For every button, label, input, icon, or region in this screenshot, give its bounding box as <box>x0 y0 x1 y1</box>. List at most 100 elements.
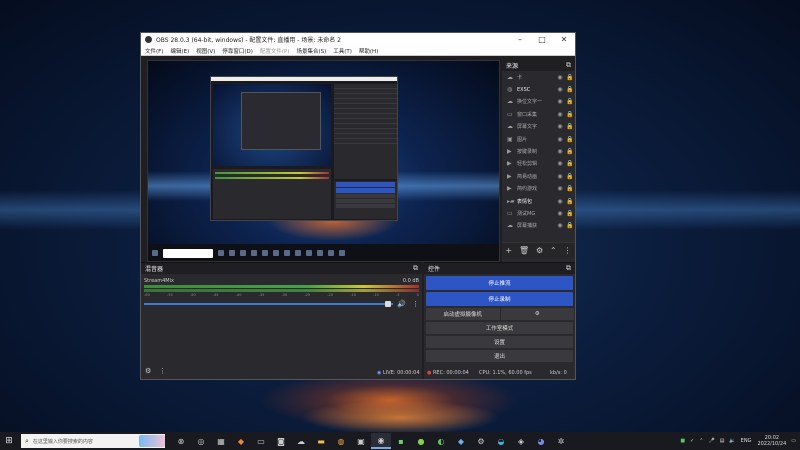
app-icon-gear[interactable]: ✲ <box>551 433 571 449</box>
menu-help[interactable]: 帮助(H) <box>359 47 378 55</box>
remove-source-icon[interactable]: 🗑 <box>519 246 529 255</box>
menu-tools[interactable]: 工具(T) <box>333 47 352 55</box>
lock-icon[interactable]: 🔒 <box>566 160 573 167</box>
lock-icon[interactable]: 🔒 <box>566 222 573 229</box>
source-item[interactable]: ▶ 按键录制 ◉ 🔒 <box>502 145 575 157</box>
more-icon[interactable]: ⋮ <box>564 246 572 255</box>
source-item[interactable]: ◍ EXSC ◉ 🔒 <box>502 83 575 95</box>
visibility-eye-icon[interactable]: ◉ <box>557 123 563 130</box>
edge-icon[interactable]: ◒ <box>491 433 511 449</box>
chrome-icon[interactable]: ◍ <box>331 433 351 449</box>
lock-icon[interactable]: 🔒 <box>566 136 573 143</box>
source-item[interactable]: ☁ 屏幕文字 ◉ 🔒 <box>502 121 575 133</box>
network-icon[interactable]: ▤ <box>720 438 725 444</box>
visibility-eye-icon[interactable]: ◉ <box>557 210 563 217</box>
minimize-button[interactable]: – <box>509 35 531 44</box>
start-virtual-cam-button[interactable]: 启动虚拟摄像机 <box>426 308 500 320</box>
language-indicator[interactable]: ENG <box>741 438 752 444</box>
discord-icon[interactable]: ◕ <box>531 433 551 449</box>
app-icon-orange[interactable]: ◆ <box>231 433 251 449</box>
app-icon-teal[interactable]: ◈ <box>511 433 531 449</box>
lock-icon[interactable]: 🔒 <box>566 198 573 205</box>
mixer-menu-icon[interactable]: ⋮ <box>159 367 166 375</box>
menu-docks[interactable]: 停靠窗口(D) <box>222 47 253 55</box>
undock-icon[interactable]: ⧉ <box>413 264 418 273</box>
tray-chevron-up-icon[interactable]: ⌃ <box>699 438 703 444</box>
chat-icon[interactable]: ▪ <box>391 433 411 449</box>
menu-view[interactable]: 视图(V) <box>196 47 215 55</box>
settings-button[interactable]: 设置 <box>426 336 573 348</box>
exit-button[interactable]: 退出 <box>426 350 573 362</box>
source-item[interactable]: ▸▰ 表情包 ◉ 🔒 <box>502 195 575 207</box>
volume-slider[interactable] <box>144 301 394 307</box>
taskbar-search[interactable]: ⌕ 在这里输入你要搜索的内容 <box>21 434 165 448</box>
lock-icon[interactable]: 🔒 <box>566 185 573 192</box>
undock-icon[interactable]: ⧉ <box>566 61 571 70</box>
green-app-icon[interactable]: ● <box>411 433 431 449</box>
visibility-eye-icon[interactable]: ◉ <box>557 160 563 167</box>
visibility-eye-icon[interactable]: ◉ <box>557 98 563 105</box>
visibility-eye-icon[interactable]: ◉ <box>557 148 563 155</box>
menu-scene-collection[interactable]: 场景集合(S) <box>296 47 326 55</box>
track-menu-icon[interactable]: ⋮ <box>412 300 419 308</box>
source-item[interactable]: ▶ 轻松剪辑 ◉ 🔒 <box>502 158 575 170</box>
obs-taskbar-icon[interactable]: ◉ <box>371 433 391 449</box>
visibility-eye-icon[interactable]: ◉ <box>557 74 563 81</box>
menu-file[interactable]: 文件(F) <box>145 47 163 55</box>
lock-icon[interactable]: 🔒 <box>566 86 573 93</box>
source-item[interactable]: ▣ 图片 ◉ 🔒 <box>502 133 575 145</box>
onedrive-icon[interactable]: ☁ <box>291 433 311 449</box>
lock-icon[interactable]: 🔒 <box>566 173 573 180</box>
preview-canvas[interactable] <box>147 60 500 262</box>
stop-record-button[interactable]: 停止录制 <box>426 292 573 306</box>
notifications-icon[interactable]: ▭ <box>791 438 796 444</box>
lock-icon[interactable]: 🔒 <box>566 210 573 217</box>
file-explorer-icon[interactable]: ▬ <box>311 433 331 449</box>
source-properties-icon[interactable]: ⚙ <box>536 246 543 255</box>
obs-app-icon[interactable]: ◎ <box>191 433 211 449</box>
lock-icon[interactable]: 🔒 <box>566 123 573 130</box>
tray-app-icon[interactable]: ■ <box>680 438 685 444</box>
source-item[interactable]: ▭ 窗口采集 ◉ 🔒 <box>502 108 575 120</box>
add-source-icon[interactable]: + <box>505 246 512 255</box>
visibility-eye-icon[interactable]: ◉ <box>557 185 563 192</box>
audio-settings-icon[interactable]: ⚙ <box>145 367 151 375</box>
camera-icon[interactable]: ◙ <box>271 433 291 449</box>
gear-icon[interactable]: ⚙ <box>500 308 574 320</box>
wechat-icon[interactable]: ◐ <box>431 433 451 449</box>
lock-icon[interactable]: 🔒 <box>566 111 573 118</box>
clock[interactable]: 20:02 2022/10/24 <box>757 435 786 447</box>
xbox-icon[interactable]: ⊗ <box>171 433 191 449</box>
source-item[interactable]: ☁ 换位文字一 ◉ 🔒 <box>502 96 575 108</box>
visibility-eye-icon[interactable]: ◉ <box>557 173 563 180</box>
visibility-eye-icon[interactable]: ◉ <box>557 198 563 205</box>
title-bar[interactable]: OBS 28.0.3 (64-bit, windows) - 配置文件: 直播用… <box>141 33 575 46</box>
source-item[interactable]: ☁ 卡 ◉ 🔒 <box>502 71 575 83</box>
windows-start-icon[interactable]: ⊞ <box>0 436 18 446</box>
close-button[interactable]: ✕ <box>553 35 575 44</box>
lock-icon[interactable]: 🔒 <box>566 74 573 81</box>
menu-edit[interactable]: 编辑(E) <box>170 47 189 55</box>
volume-slider-knob[interactable] <box>385 301 392 307</box>
apps-grid-icon[interactable]: ▦ <box>211 433 231 449</box>
terminal-icon[interactable]: ▭ <box>251 433 271 449</box>
maximize-button[interactable]: □ <box>531 35 553 44</box>
source-item[interactable]: ▶ 简易动画 ◉ 🔒 <box>502 170 575 182</box>
photos-icon[interactable]: ▣ <box>351 433 371 449</box>
source-item[interactable]: ▭ 测试MG ◉ 🔒 <box>502 207 575 219</box>
volume-icon[interactable]: 🔉 <box>729 438 735 444</box>
tray-check-icon[interactable]: ✓ <box>690 438 694 444</box>
undock-icon[interactable]: ⧉ <box>566 264 571 273</box>
tray-mic-icon[interactable]: 🎤 <box>708 438 714 444</box>
stop-stream-button[interactable]: 停止推流 <box>426 276 573 290</box>
settings-app-icon[interactable]: ⚙ <box>471 433 491 449</box>
visibility-eye-icon[interactable]: ◉ <box>557 111 563 118</box>
move-up-icon[interactable]: ⌃ <box>550 246 557 255</box>
visibility-eye-icon[interactable]: ◉ <box>557 222 563 229</box>
visibility-eye-icon[interactable]: ◉ <box>557 86 563 93</box>
source-item[interactable]: ▶ 简约游戏 ◉ 🔒 <box>502 183 575 195</box>
menu-profile[interactable]: 配置文件(P) <box>260 47 290 55</box>
studio-mode-button[interactable]: 工作室模式 <box>426 322 573 334</box>
lock-icon[interactable]: 🔒 <box>566 98 573 105</box>
speaker-icon[interactable]: 🔊 <box>397 300 406 308</box>
